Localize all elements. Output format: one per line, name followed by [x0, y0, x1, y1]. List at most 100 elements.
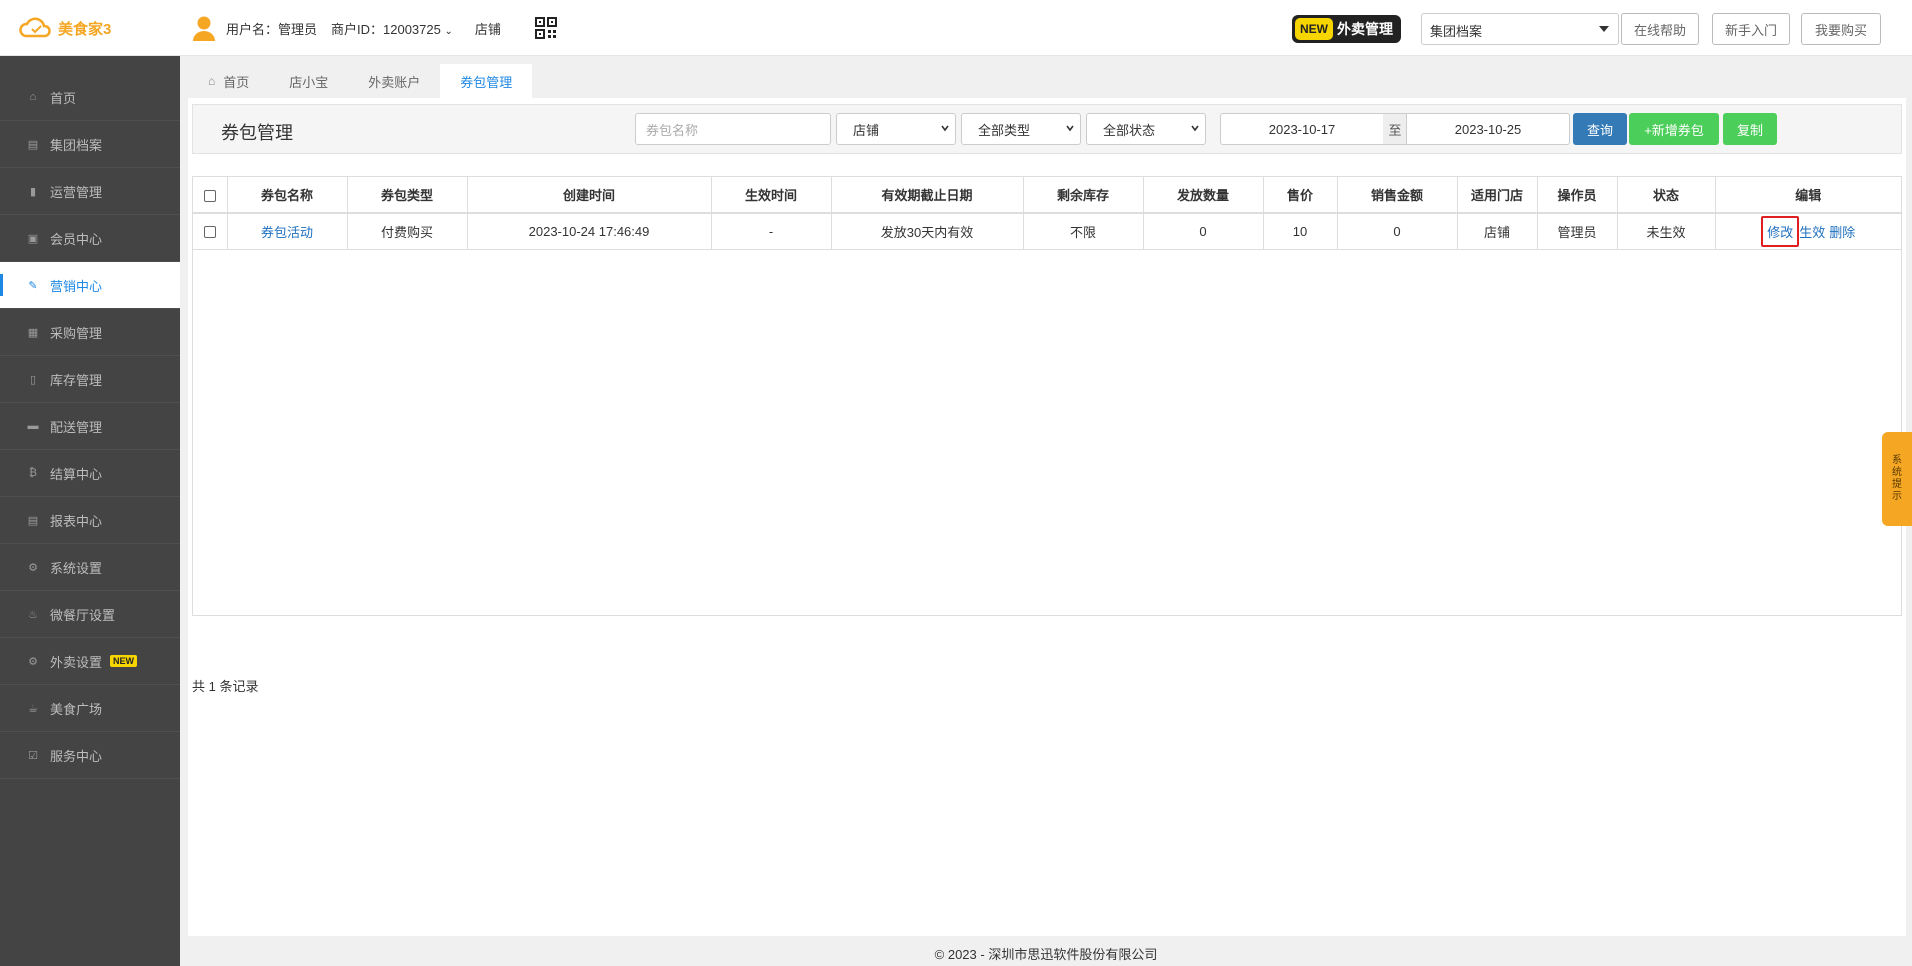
store-name: 店铺	[474, 21, 501, 37]
cell-stock: 不限	[1023, 213, 1144, 250]
modify-link[interactable]: 修改	[1761, 215, 1800, 247]
date-from-input[interactable]: 2023-10-17	[1220, 113, 1384, 145]
sidebar-item-label: 运营管理	[50, 184, 103, 200]
column-header: 剩余库存	[1023, 177, 1144, 214]
brand-name: 美食家3	[58, 20, 112, 38]
tab-label: 店小宝	[289, 74, 329, 90]
sidebar-item-label: 报表中心	[50, 513, 103, 529]
buy-button[interactable]: 我要购买	[1801, 13, 1881, 45]
truck-icon: ▬	[27, 420, 39, 432]
sidebar-item-label: 外卖设置	[50, 654, 103, 670]
select-all-checkbox[interactable]	[203, 189, 216, 202]
home-icon: ⌂	[208, 74, 216, 88]
cell-expiry: 发放30天内有效	[831, 213, 1024, 250]
cell-price: 10	[1263, 213, 1338, 250]
sidebar-item-operations[interactable]: ▮ 运营管理	[0, 168, 180, 215]
archive-select[interactable]: 集团档案	[1421, 13, 1619, 45]
cell-status: 未生效	[1617, 213, 1716, 250]
column-header: 生效时间	[711, 177, 832, 214]
sidebar-item-label: 采购管理	[50, 325, 103, 341]
activate-link[interactable]: 生效	[1799, 222, 1825, 241]
archive-select-value: 集团档案	[1430, 24, 1483, 39]
sidebar-item-micro-restaurant[interactable]: ♨ 微餐厅设置	[0, 591, 180, 638]
column-header: 券包名称	[227, 177, 348, 214]
sidebar-item-home[interactable]: ⌂ 首页	[0, 74, 180, 121]
side-tab-char: 统	[1892, 467, 1902, 478]
sidebar-item-system-settings[interactable]: ⚙ 系统设置	[0, 544, 180, 591]
sidebar-item-label: 库存管理	[50, 372, 103, 388]
store-select[interactable]: 店铺	[836, 113, 956, 145]
sidebar-item-reports[interactable]: ▤ 报表中心	[0, 497, 180, 544]
status-select[interactable]: 全部状态	[1086, 113, 1206, 145]
chevron-down-icon	[941, 125, 949, 132]
row-checkbox[interactable]	[203, 226, 216, 239]
merchant-id-dropdown[interactable]: 商户ID：12003725 ⌄	[331, 19, 453, 38]
logo[interactable]: 美食家3	[18, 14, 111, 42]
merchant-id: 商户ID：12003725	[331, 21, 441, 37]
sidebar-item-purchasing[interactable]: ▦ 采购管理	[0, 309, 180, 356]
side-tab-char: 提	[1892, 479, 1902, 490]
copy-button[interactable]: 复制	[1723, 113, 1777, 145]
tab-coupon-package[interactable]: 券包管理	[440, 64, 533, 98]
column-header: 有效期截止日期	[831, 177, 1024, 214]
footer-copyright: © 2023 - 深圳市思迅软件股份有限公司	[934, 947, 1158, 962]
column-header: 券包类型	[347, 177, 468, 214]
system-tips-tab[interactable]: 系 统 提 示	[1882, 432, 1912, 526]
cell-type: 付费购买	[347, 213, 468, 250]
tab-takeout-account[interactable]: 外卖账户	[348, 64, 441, 98]
sidebar-item-label: 结算中心	[50, 466, 103, 482]
sidebar-item-inventory[interactable]: ▯ 库存管理	[0, 356, 180, 403]
sidebar-item-members[interactable]: ▣ 会员中心	[0, 215, 180, 262]
coupon-package-name-link[interactable]: 券包活动	[261, 225, 313, 240]
inventory-icon: ▯	[29, 373, 37, 386]
record-count: 共 1 条记录	[192, 679, 259, 694]
column-header: 创建时间	[467, 177, 712, 214]
query-button[interactable]: 查询	[1573, 113, 1627, 145]
sidebar-item-service-center[interactable]: ☑ 服务中心	[0, 732, 180, 779]
online-help-button[interactable]: 在线帮助	[1621, 13, 1699, 45]
cell-actions: 修改 生效 删除	[1715, 213, 1901, 250]
cell-issued: 0	[1143, 213, 1264, 250]
type-select[interactable]: 全部类型	[961, 113, 1081, 145]
user-avatar-icon	[193, 16, 215, 41]
sidebar-item-settlement[interactable]: ₿ 结算中心	[0, 450, 180, 497]
add-coupon-package-button[interactable]: +新增券包	[1629, 113, 1719, 145]
page-title: 券包管理	[221, 123, 293, 143]
beginner-guide-button[interactable]: 新手入门	[1712, 13, 1790, 45]
tab-label: 券包管理	[460, 74, 513, 90]
tab-home[interactable]: ⌂ 首页	[188, 64, 270, 98]
date-to-input[interactable]: 2023-10-25	[1406, 113, 1570, 145]
cell-sales: 0	[1337, 213, 1458, 250]
sidebar-item-label: 服务中心	[50, 748, 103, 764]
table-header-row: 券包名称 券包类型 创建时间 生效时间 有效期截止日期 剩余库存 发放数量 售价…	[193, 177, 1901, 214]
main-content: ⌂ 首页 店小宝 外卖账户 券包管理 券包管理 券包名称 店铺 全部类型 全部状…	[180, 56, 1912, 966]
tab-label: 外卖账户	[368, 74, 421, 90]
date-from-value: 2023-10-17	[1268, 121, 1336, 137]
filter-toolbar: 券包管理 券包名称 店铺 全部类型 全部状态 2023-10-17 至 2023…	[192, 104, 1902, 154]
takeout-management-badge[interactable]: NEW 外卖管理	[1292, 15, 1401, 43]
gear-icon: ⚙	[28, 655, 38, 668]
chevron-down-icon	[1191, 125, 1199, 132]
sidebar-item-group-archive[interactable]: ▤ 集团档案	[0, 121, 180, 168]
coupon-name-placeholder: 券包名称	[646, 122, 699, 138]
sidebar-item-label: 配送管理	[50, 419, 103, 435]
tab-label: 首页	[223, 74, 250, 90]
sidebar-item-delivery[interactable]: ▬ 配送管理	[0, 403, 180, 450]
qr-code-icon[interactable]	[534, 17, 557, 39]
coupon-package-table: 券包名称 券包类型 创建时间 生效时间 有效期截止日期 剩余库存 发放数量 售价…	[192, 176, 1902, 616]
sidebar-item-food-court[interactable]: ☕ 美食广场	[0, 685, 180, 732]
gears-icon: ⚙	[28, 561, 38, 574]
column-header: 适用门店	[1457, 177, 1538, 214]
column-header: 状态	[1617, 177, 1716, 214]
delete-link[interactable]: 删除	[1829, 222, 1855, 241]
sidebar-item-marketing[interactable]: ✎ 营销中心	[0, 262, 180, 309]
sidebar-item-takeout-settings[interactable]: ⚙ 外卖设置 NEW	[0, 638, 180, 685]
select-all-cell	[193, 177, 228, 214]
column-header: 销售金额	[1337, 177, 1458, 214]
home-icon: ⌂	[29, 91, 37, 103]
chevron-down-icon: ⌄	[444, 25, 453, 37]
coupon-name-input[interactable]: 券包名称	[635, 113, 831, 145]
tab-dianxiaobao[interactable]: 店小宝	[269, 64, 349, 98]
sidebar-item-label: 微餐厅设置	[50, 607, 116, 623]
username: 用户名：管理员	[226, 21, 318, 37]
